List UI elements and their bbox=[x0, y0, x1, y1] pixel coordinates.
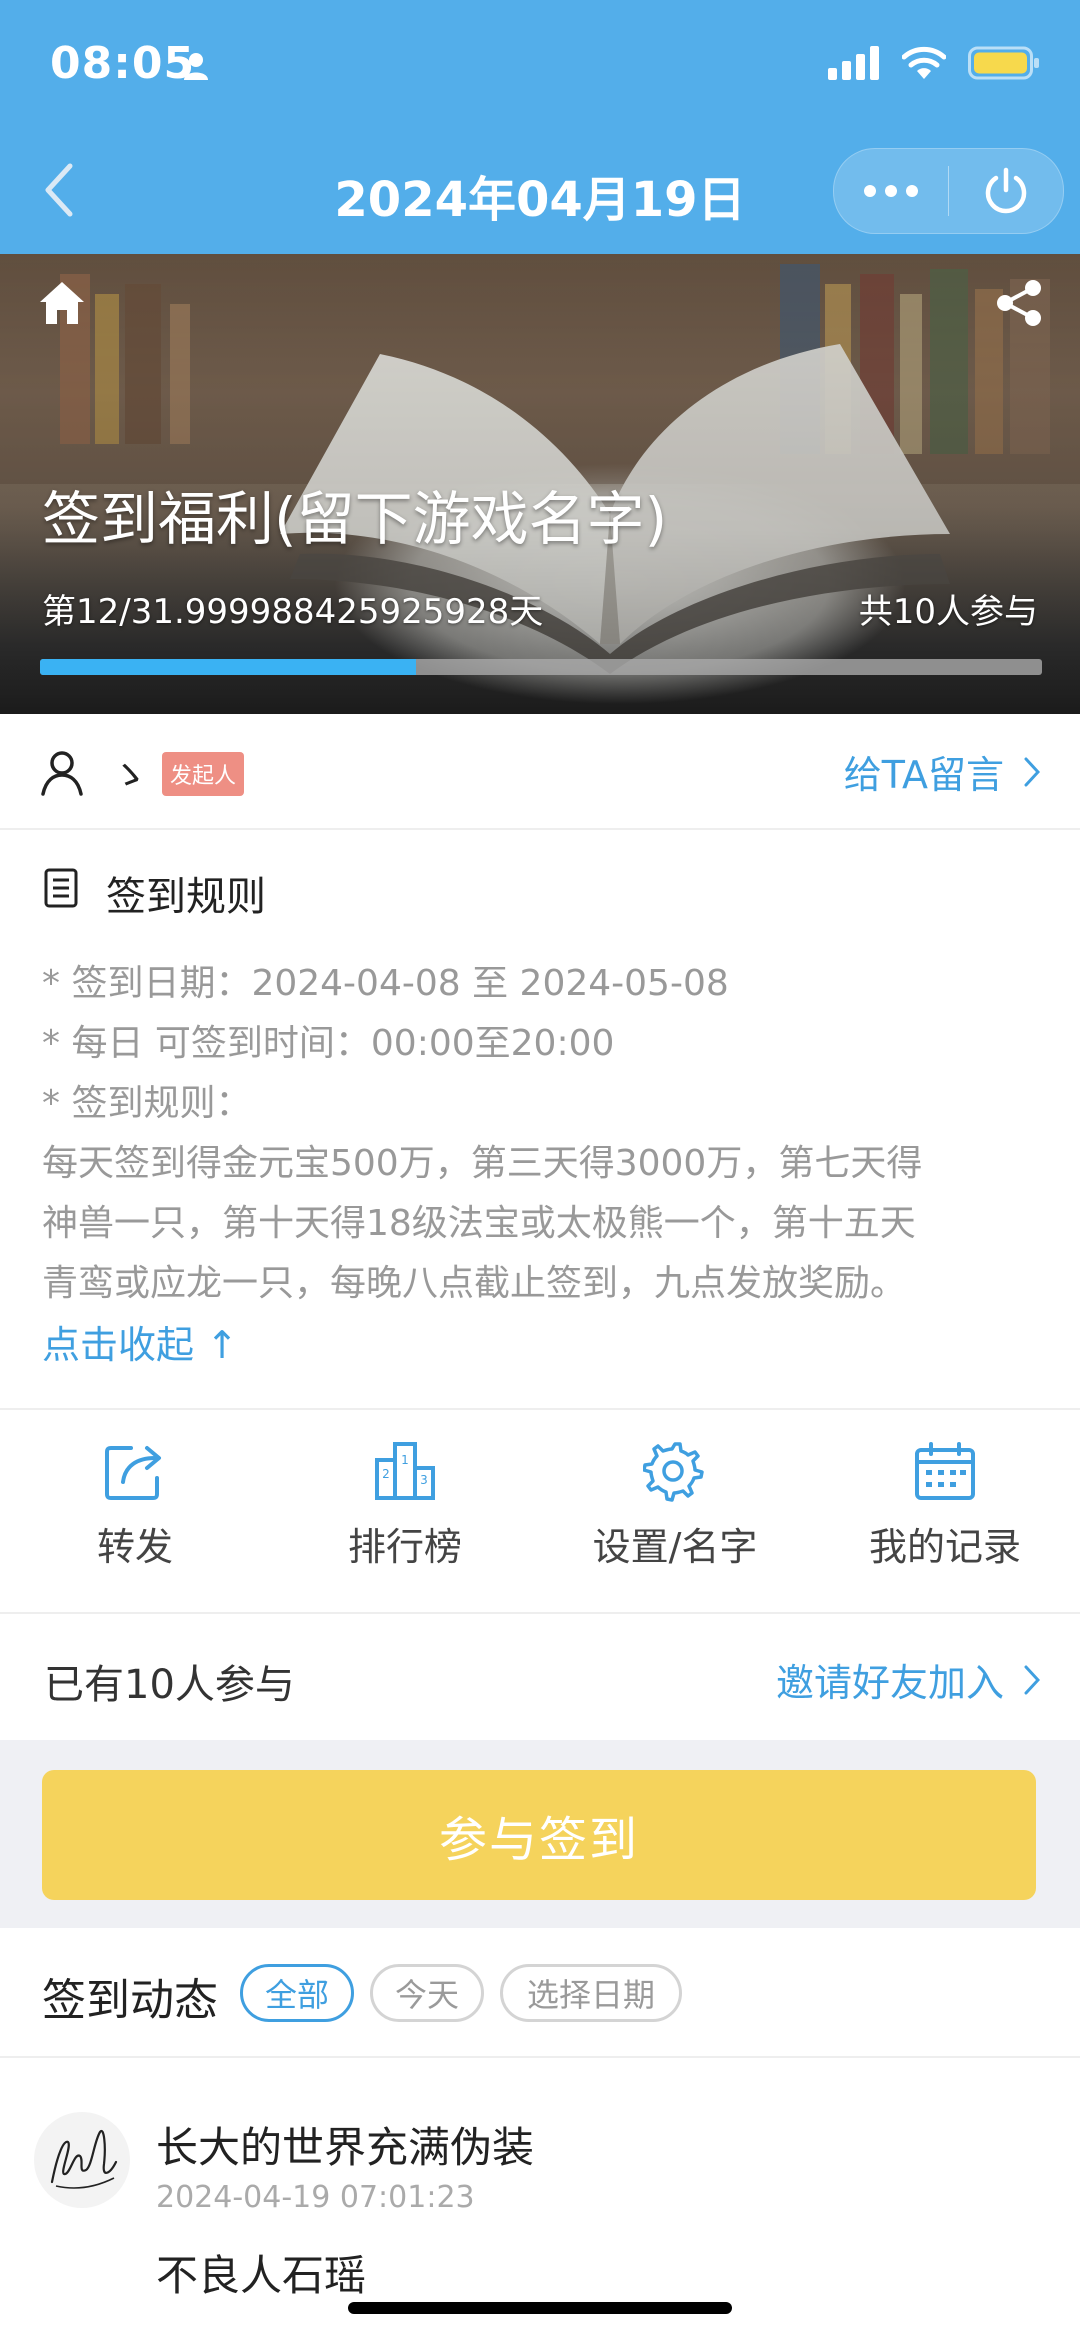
rule-line: 青鸾或应龙一只，每晚八点截止签到，九点发放奖励。 bbox=[42, 1263, 907, 1304]
rule-line: * 签到日期：2024-04-08 至 2024-05-08 bbox=[42, 963, 729, 1004]
entry-content: 不良人石瑶 bbox=[156, 2251, 367, 2300]
invite-label: 邀请好友加入 bbox=[775, 1661, 1004, 1705]
filter-today[interactable]: 今天 bbox=[370, 1964, 484, 2022]
activity-title: 签到福利(留下游戏名字) bbox=[42, 485, 668, 553]
power-icon bbox=[985, 167, 1027, 214]
gear-icon bbox=[642, 1442, 704, 1502]
settings-label: 设置/名字 bbox=[592, 1525, 758, 1569]
signin-button-zone: 参与签到 bbox=[0, 1740, 1080, 1928]
avatar[interactable] bbox=[34, 2112, 130, 2208]
wifi-icon bbox=[902, 46, 946, 79]
leave-message-label: 给TA留言 bbox=[843, 753, 1004, 797]
my-records-button[interactable]: 我的记录 bbox=[810, 1440, 1080, 1571]
participants-text: 已有10人参与 bbox=[44, 1662, 295, 1708]
svg-text:1: 1 bbox=[401, 1453, 409, 1467]
more-button[interactable] bbox=[834, 149, 948, 233]
chevron-right-icon bbox=[1024, 1665, 1040, 1694]
signin-button[interactable]: 参与签到 bbox=[42, 1770, 1036, 1900]
activity-banner: 签到福利(留下游戏名字) 第12/31.999988425925928天 共10… bbox=[0, 254, 1080, 714]
user-status-icon bbox=[184, 53, 208, 80]
filter-all[interactable]: 全部 bbox=[240, 1964, 354, 2022]
ranking-button[interactable]: 1 2 3 排行榜 bbox=[270, 1440, 540, 1571]
calendar-icon bbox=[915, 1442, 975, 1500]
initiator-name: ゝ bbox=[110, 753, 149, 797]
status-icons bbox=[828, 46, 1040, 80]
chevron-right-icon bbox=[1024, 757, 1040, 786]
battery-icon bbox=[968, 46, 1039, 80]
rules-section: 签到规则 * 签到日期：2024-04-08 至 2024-05-08 * 每日… bbox=[0, 830, 1080, 1410]
forward-icon bbox=[105, 1446, 161, 1500]
day-progress-text: 第12/31.999988425925928天 bbox=[42, 592, 544, 632]
feed-entry: 长大的世界充满伪装 2024-04-19 07:01:23 不良人石瑶 bbox=[0, 2058, 1080, 2339]
invite-friends-link[interactable]: 邀请好友加入 bbox=[776, 1652, 1040, 1707]
participant-count: 共10人参与 bbox=[858, 592, 1038, 632]
mini-program-capsule bbox=[833, 148, 1064, 234]
ranking-label: 排行榜 bbox=[347, 1525, 462, 1569]
my-records-label: 我的记录 bbox=[868, 1525, 1021, 1569]
forward-label: 转发 bbox=[96, 1525, 173, 1569]
svg-text:2: 2 bbox=[382, 1467, 390, 1481]
forward-button[interactable]: 转发 bbox=[0, 1440, 270, 1571]
home-icon[interactable] bbox=[38, 280, 86, 326]
svg-text:3: 3 bbox=[420, 1473, 428, 1487]
status-time: 08:05 bbox=[50, 38, 196, 89]
initiator-badge: 发起人 bbox=[162, 752, 245, 796]
progress-bar bbox=[40, 659, 1042, 675]
top-header: 08:05 2024年04月19日 bbox=[0, 0, 1080, 254]
rule-line: * 签到规则： bbox=[42, 1083, 252, 1124]
home-indicator bbox=[348, 2302, 732, 2314]
collapse-link[interactable]: 点击收起 ↑ bbox=[42, 1314, 238, 1369]
initiator-row: ゝ 发起人 给TA留言 bbox=[0, 714, 1080, 830]
entry-user-name: 长大的世界充满伪装 bbox=[156, 2123, 535, 2172]
rule-line: 神兽一只，第十天得18级法宝或太极熊一个，第十五天 bbox=[42, 1203, 916, 1244]
action-grid: 转发 1 2 3 排行榜 设置/名字 我的记录 bbox=[0, 1410, 1080, 1614]
rules-heading: 签到规则 bbox=[106, 874, 266, 920]
document-icon bbox=[44, 868, 78, 908]
feed-title: 签到动态 bbox=[42, 1975, 218, 2026]
ranking-icon: 1 2 3 bbox=[375, 1442, 435, 1500]
person-icon bbox=[41, 751, 83, 796]
entry-timestamp: 2024-04-19 07:01:23 bbox=[156, 2180, 475, 2215]
more-dots-icon bbox=[863, 185, 918, 197]
leave-message-link[interactable]: 给TA留言 bbox=[844, 744, 1040, 799]
filter-select-date[interactable]: 选择日期 bbox=[500, 1964, 682, 2022]
signal-icon bbox=[828, 46, 879, 80]
participants-row: 已有10人参与 邀请好友加入 bbox=[0, 1614, 1080, 1740]
settings-button[interactable]: 设置/名字 bbox=[540, 1440, 810, 1571]
share-icon[interactable] bbox=[994, 278, 1044, 328]
rule-line: 每天签到得金元宝500万，第三天得3000万，第七天得 bbox=[42, 1143, 923, 1184]
rule-line: * 每日 可签到时间：00:00至20:00 bbox=[42, 1023, 615, 1064]
signature-avatar-image bbox=[50, 2129, 118, 2189]
close-app-button[interactable] bbox=[949, 149, 1063, 233]
feed-header: 签到动态 全部 今天 选择日期 bbox=[0, 1928, 1080, 2058]
progress-fill bbox=[40, 659, 416, 675]
